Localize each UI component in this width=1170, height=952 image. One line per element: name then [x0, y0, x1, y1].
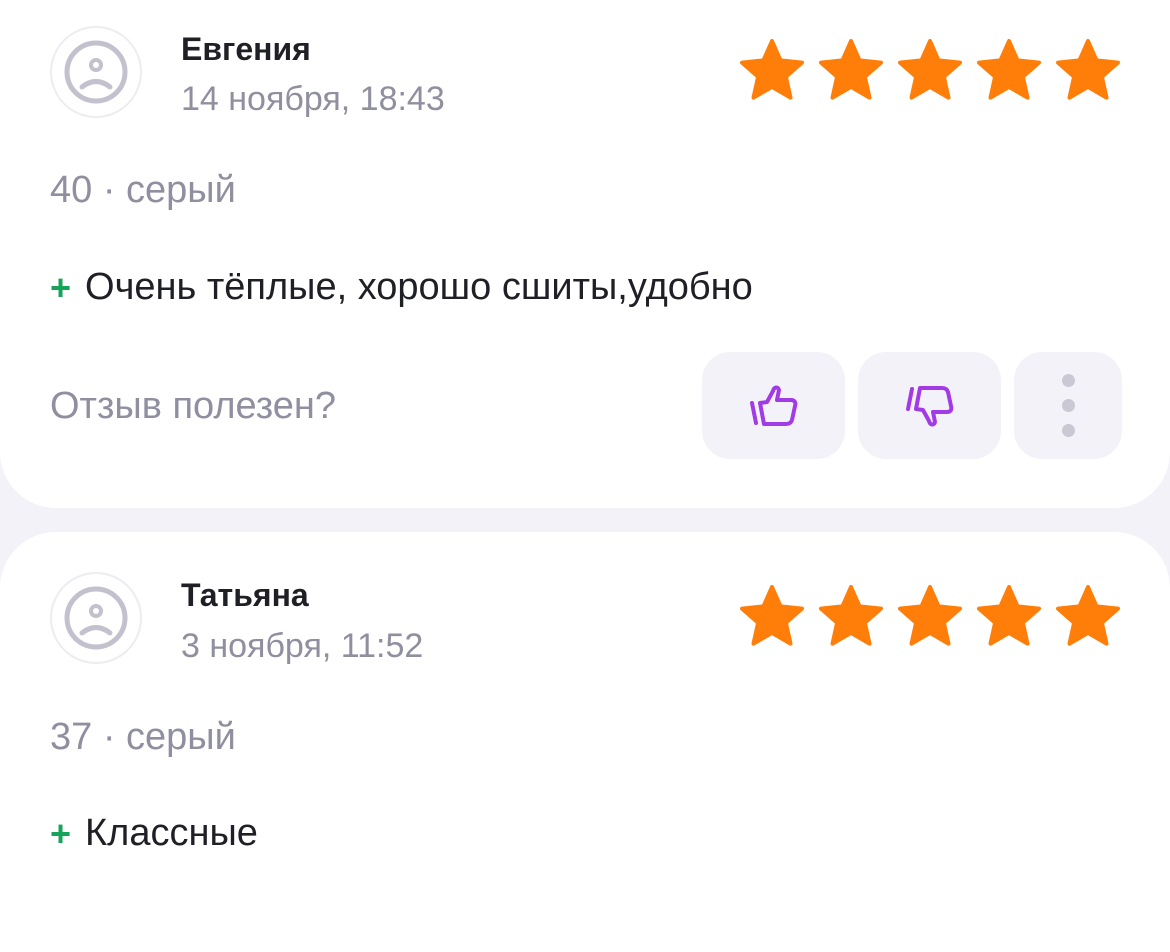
review-date: 3 ноября, 11:52: [181, 627, 424, 665]
rating-stars: [738, 584, 1122, 650]
more-vertical-icon: [1061, 374, 1075, 387]
pros-text: + Очень тёплые, хорошо сшиты,удобно: [50, 266, 753, 309]
review-author: Татьяна: [181, 577, 309, 613]
star-icon: [819, 39, 883, 100]
avatar: [50, 572, 142, 664]
more-vertical-icon: [1061, 424, 1075, 437]
plus-icon: +: [50, 812, 72, 854]
thumbs-down-icon: [905, 385, 953, 426]
star-icon: [740, 39, 804, 100]
star-icon: [977, 39, 1041, 100]
more-button[interactable]: [1014, 352, 1122, 459]
avatar: [50, 26, 142, 118]
star-icon: [1056, 585, 1120, 646]
helpful-question: Отзыв полезен?: [50, 385, 337, 427]
pros-text: + Классные: [50, 812, 258, 855]
sad-face-icon: [64, 586, 128, 650]
pros-value: Классные: [85, 812, 258, 854]
star-icon: [898, 39, 962, 100]
star-icon: [1056, 39, 1120, 100]
review-author: Евгения: [181, 31, 311, 67]
rating-stars: [738, 38, 1122, 104]
review-card: Татьяна 3 ноября, 11:52 37 · серый + Кла…: [0, 532, 1170, 952]
star-icon: [819, 585, 883, 646]
pros-value: Очень тёплые, хорошо сшиты,удобно: [85, 266, 753, 308]
plus-icon: +: [50, 266, 72, 308]
star-icon: [740, 585, 804, 646]
sad-face-icon: [64, 40, 128, 104]
size-color: 40 · серый: [50, 169, 236, 211]
dislike-button[interactable]: [858, 352, 1001, 459]
review-card: Евгения 14 ноября, 18:43 40 · серый + Оч…: [0, 0, 1170, 508]
like-button[interactable]: [702, 352, 845, 459]
more-vertical-icon: [1061, 399, 1075, 412]
size-color: 37 · серый: [50, 716, 236, 758]
thumbs-up-icon: [749, 385, 797, 426]
review-date: 14 ноября, 18:43: [181, 80, 445, 118]
star-icon: [898, 585, 962, 646]
star-icon: [977, 585, 1041, 646]
